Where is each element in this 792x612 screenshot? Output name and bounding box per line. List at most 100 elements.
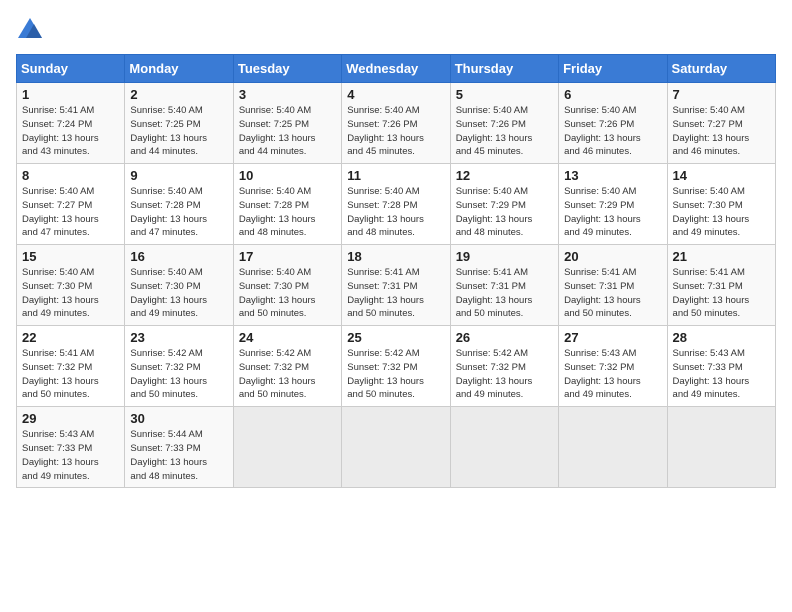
- day-number: 15: [22, 249, 119, 264]
- day-cell: 17Sunrise: 5:40 AMSunset: 7:30 PMDayligh…: [233, 245, 341, 326]
- day-cell: 23 Sunrise: 5:42 AMSunset: 7:32 PMDayligh…: [125, 326, 233, 407]
- day-cell: 8 Sunrise: 5:40 AMSunset: 7:27 PMDaylight…: [17, 164, 125, 245]
- day-cell: 26 Sunrise: 5:42 AMSunset: 7:32 PMDayligh…: [450, 326, 558, 407]
- logo: [16, 16, 48, 44]
- day-info: Sunrise: 5:40 AMSunset: 7:28 PMDaylight:…: [347, 185, 444, 240]
- day-cell: 1 Sunrise: 5:41 AMSunset: 7:24 PMDaylight…: [17, 83, 125, 164]
- day-number: 27: [564, 330, 661, 345]
- day-cell: 18 Sunrise: 5:41 AMSunset: 7:31 PMDayligh…: [342, 245, 450, 326]
- day-number: 11: [347, 168, 444, 183]
- day-number: 29: [22, 411, 119, 426]
- day-cell: 7 Sunrise: 5:40 AMSunset: 7:27 PMDaylight…: [667, 83, 775, 164]
- weekday-header-sunday: Sunday: [17, 55, 125, 83]
- day-cell: 30 Sunrise: 5:44 AMSunset: 7:33 PMDayligh…: [125, 407, 233, 488]
- day-number: 9: [130, 168, 227, 183]
- day-cell: 10 Sunrise: 5:40 AMSunset: 7:28 PMDayligh…: [233, 164, 341, 245]
- day-info: Sunrise: 5:41 AMSunset: 7:31 PMDaylight:…: [456, 266, 553, 321]
- day-info: Sunrise: 5:42 AMSunset: 7:32 PMDaylight:…: [456, 347, 553, 402]
- day-number: 22: [22, 330, 119, 345]
- day-info: Sunrise: 5:42 AMSunset: 7:32 PMDaylight:…: [239, 347, 336, 402]
- day-number: 18: [347, 249, 444, 264]
- day-number: 21: [673, 249, 770, 264]
- weekday-header-saturday: Saturday: [667, 55, 775, 83]
- day-cell: 21 Sunrise: 5:41 AMSunset: 7:31 PMDayligh…: [667, 245, 775, 326]
- week-row-3: 15 Sunrise: 5:40 AMSunset: 7:30 PMDayligh…: [17, 245, 776, 326]
- day-cell: 11 Sunrise: 5:40 AMSunset: 7:28 PMDayligh…: [342, 164, 450, 245]
- day-number: 25: [347, 330, 444, 345]
- day-cell: 2 Sunrise: 5:40 AMSunset: 7:25 PMDaylight…: [125, 83, 233, 164]
- day-number: 3: [239, 87, 336, 102]
- day-info: Sunrise: 5:41 AMSunset: 7:31 PMDaylight:…: [673, 266, 770, 321]
- day-info: Sunrise: 5:40 AMSunset: 7:26 PMDaylight:…: [347, 104, 444, 159]
- day-cell: 25 Sunrise: 5:42 AMSunset: 7:32 PMDayligh…: [342, 326, 450, 407]
- day-cell: 22 Sunrise: 5:41 AMSunset: 7:32 PMDayligh…: [17, 326, 125, 407]
- day-info: Sunrise: 5:41 AMSunset: 7:24 PMDaylight:…: [22, 104, 119, 159]
- day-number: 19: [456, 249, 553, 264]
- day-cell: 28 Sunrise: 5:43 AMSunset: 7:33 PMDayligh…: [667, 326, 775, 407]
- day-info: Sunrise: 5:40 AMSunset: 7:30 PMDaylight:…: [673, 185, 770, 240]
- week-row-1: 1 Sunrise: 5:41 AMSunset: 7:24 PMDaylight…: [17, 83, 776, 164]
- day-cell: 5 Sunrise: 5:40 AMSunset: 7:26 PMDaylight…: [450, 83, 558, 164]
- day-cell: [342, 407, 450, 488]
- day-number: 5: [456, 87, 553, 102]
- day-info: Sunrise: 5:41 AMSunset: 7:31 PMDaylight:…: [347, 266, 444, 321]
- day-info: Sunrise: 5:43 AMSunset: 7:32 PMDaylight:…: [564, 347, 661, 402]
- weekday-header-tuesday: Tuesday: [233, 55, 341, 83]
- day-info: Sunrise: 5:42 AMSunset: 7:32 PMDaylight:…: [130, 347, 227, 402]
- day-info: Sunrise: 5:40 AMSunset: 7:26 PMDaylight:…: [564, 104, 661, 159]
- day-number: 6: [564, 87, 661, 102]
- day-number: 1: [22, 87, 119, 102]
- day-cell: 9 Sunrise: 5:40 AMSunset: 7:28 PMDaylight…: [125, 164, 233, 245]
- day-cell: [233, 407, 341, 488]
- day-cell: 4Sunrise: 5:40 AMSunset: 7:26 PMDaylight…: [342, 83, 450, 164]
- day-cell: 14 Sunrise: 5:40 AMSunset: 7:30 PMDayligh…: [667, 164, 775, 245]
- day-info: Sunrise: 5:41 AMSunset: 7:32 PMDaylight:…: [22, 347, 119, 402]
- day-cell: [667, 407, 775, 488]
- weekday-header-wednesday: Wednesday: [342, 55, 450, 83]
- day-cell: 6 Sunrise: 5:40 AMSunset: 7:26 PMDaylight…: [559, 83, 667, 164]
- day-info: Sunrise: 5:40 AMSunset: 7:28 PMDaylight:…: [130, 185, 227, 240]
- day-number: 13: [564, 168, 661, 183]
- day-info: Sunrise: 5:40 AMSunset: 7:25 PMDaylight:…: [239, 104, 336, 159]
- day-number: 26: [456, 330, 553, 345]
- day-info: Sunrise: 5:40 AMSunset: 7:26 PMDaylight:…: [456, 104, 553, 159]
- day-info: Sunrise: 5:40 AMSunset: 7:29 PMDaylight:…: [456, 185, 553, 240]
- day-info: Sunrise: 5:40 AMSunset: 7:29 PMDaylight:…: [564, 185, 661, 240]
- day-cell: 20Sunrise: 5:41 AMSunset: 7:31 PMDayligh…: [559, 245, 667, 326]
- day-number: 10: [239, 168, 336, 183]
- day-number: 7: [673, 87, 770, 102]
- day-info: Sunrise: 5:40 AMSunset: 7:30 PMDaylight:…: [130, 266, 227, 321]
- day-number: 30: [130, 411, 227, 426]
- week-row-4: 22 Sunrise: 5:41 AMSunset: 7:32 PMDayligh…: [17, 326, 776, 407]
- day-cell: 27 Sunrise: 5:43 AMSunset: 7:32 PMDayligh…: [559, 326, 667, 407]
- day-cell: 29 Sunrise: 5:43 AMSunset: 7:33 PMDayligh…: [17, 407, 125, 488]
- week-row-5: 29 Sunrise: 5:43 AMSunset: 7:33 PMDayligh…: [17, 407, 776, 488]
- day-info: Sunrise: 5:42 AMSunset: 7:32 PMDaylight:…: [347, 347, 444, 402]
- day-cell: 24Sunrise: 5:42 AMSunset: 7:32 PMDayligh…: [233, 326, 341, 407]
- day-info: Sunrise: 5:40 AMSunset: 7:28 PMDaylight:…: [239, 185, 336, 240]
- logo-icon: [16, 16, 44, 44]
- calendar-table: SundayMondayTuesdayWednesdayThursdayFrid…: [16, 54, 776, 488]
- weekday-header-row: SundayMondayTuesdayWednesdayThursdayFrid…: [17, 55, 776, 83]
- day-info: Sunrise: 5:40 AMSunset: 7:25 PMDaylight:…: [130, 104, 227, 159]
- day-number: 16: [130, 249, 227, 264]
- day-info: Sunrise: 5:41 AMSunset: 7:31 PMDaylight:…: [564, 266, 661, 321]
- day-cell: 16 Sunrise: 5:40 AMSunset: 7:30 PMDayligh…: [125, 245, 233, 326]
- day-number: 14: [673, 168, 770, 183]
- header: [16, 16, 776, 44]
- weekday-header-monday: Monday: [125, 55, 233, 83]
- weekday-header-friday: Friday: [559, 55, 667, 83]
- week-row-2: 8 Sunrise: 5:40 AMSunset: 7:27 PMDaylight…: [17, 164, 776, 245]
- day-info: Sunrise: 5:43 AMSunset: 7:33 PMDaylight:…: [673, 347, 770, 402]
- day-number: 2: [130, 87, 227, 102]
- day-cell: 3 Sunrise: 5:40 AMSunset: 7:25 PMDaylight…: [233, 83, 341, 164]
- day-info: Sunrise: 5:40 AMSunset: 7:27 PMDaylight:…: [22, 185, 119, 240]
- day-info: Sunrise: 5:44 AMSunset: 7:33 PMDaylight:…: [130, 428, 227, 483]
- day-number: 8: [22, 168, 119, 183]
- day-info: Sunrise: 5:40 AMSunset: 7:27 PMDaylight:…: [673, 104, 770, 159]
- day-number: 28: [673, 330, 770, 345]
- day-number: 23: [130, 330, 227, 345]
- day-info: Sunrise: 5:43 AMSunset: 7:33 PMDaylight:…: [22, 428, 119, 483]
- day-cell: 12Sunrise: 5:40 AMSunset: 7:29 PMDayligh…: [450, 164, 558, 245]
- weekday-header-thursday: Thursday: [450, 55, 558, 83]
